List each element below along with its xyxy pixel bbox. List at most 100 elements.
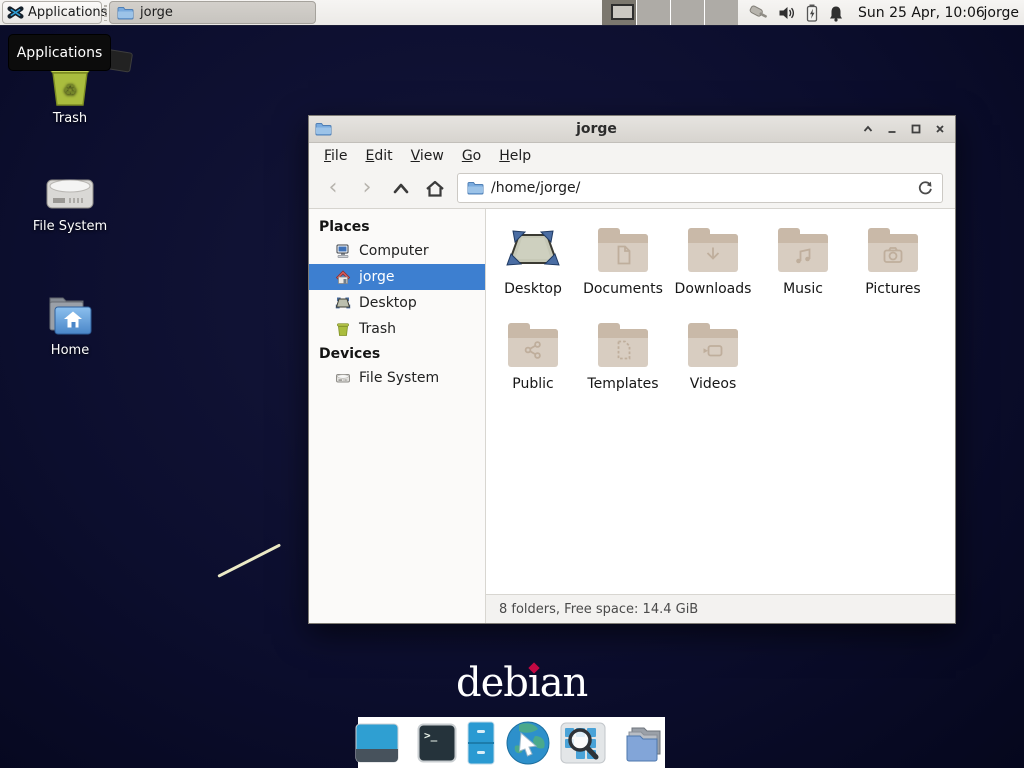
file-item-documents[interactable]: Documents <box>578 221 668 316</box>
forward-button[interactable]: › <box>355 177 379 199</box>
path-folder-icon <box>467 181 484 195</box>
places-header: Places <box>309 215 485 238</box>
home-folder-icon <box>43 292 97 338</box>
statusbar: 8 folders, Free space: 14.4 GiB <box>486 594 955 623</box>
panel-handle[interactable] <box>104 5 107 21</box>
workspace-3[interactable] <box>670 0 704 25</box>
wordmark-post: an <box>540 660 588 706</box>
web-browser-launcher[interactable] <box>505 720 551 766</box>
file-item-music[interactable]: Music <box>758 221 848 316</box>
application-finder-launcher[interactable] <box>560 722 606 764</box>
folder-icon-template <box>598 329 648 367</box>
debian-wordmark: debıan <box>456 660 587 706</box>
folder-icon-share <box>508 329 558 367</box>
sidebar-item-label: Computer <box>359 243 429 259</box>
desktop-icon-home[interactable]: Home <box>14 292 126 358</box>
desktop-special-icon <box>504 228 562 272</box>
up-button[interactable] <box>389 180 413 196</box>
workspace-switcher[interactable] <box>602 0 738 25</box>
menu-go[interactable]: Go <box>453 145 490 167</box>
file-item-downloads[interactable]: Downloads <box>668 221 758 316</box>
computer-icon <box>335 243 351 259</box>
file-label: Pictures <box>865 281 920 297</box>
folder-icon-download <box>688 234 738 272</box>
file-item-pictures[interactable]: Pictures <box>848 221 938 316</box>
workspace-4[interactable] <box>704 0 738 25</box>
folder-icon-document <box>598 234 648 272</box>
trash-icon: ♻ <box>46 66 94 106</box>
hard-drive-icon <box>42 172 98 214</box>
volume-icon[interactable] <box>778 5 796 21</box>
sidebar-item-computer[interactable]: Computer <box>309 238 485 264</box>
svg-text:♻: ♻ <box>63 80 77 99</box>
maximize-button[interactable] <box>909 123 922 136</box>
path-text[interactable]: /home/jorge/ <box>491 180 580 196</box>
workspace-1[interactable] <box>602 0 636 25</box>
file-label: Public <box>512 376 553 392</box>
panel-username[interactable]: jorge <box>984 0 1019 26</box>
menu-view[interactable]: View <box>402 145 453 167</box>
sidebar-item-label: Trash <box>359 321 396 337</box>
trash-icon <box>335 321 351 337</box>
desktop-icon-trash[interactable]: ♻ Trash <box>14 66 126 126</box>
menu-help[interactable]: Help <box>490 145 540 167</box>
notifications-bell-icon[interactable] <box>828 5 844 22</box>
menu-file[interactable]: File <box>315 145 356 167</box>
window-title: jorge <box>332 121 861 137</box>
desktop-icon-label: Home <box>51 343 89 358</box>
file-label: Videos <box>690 376 737 392</box>
location-bar[interactable]: /home/jorge/ <box>457 173 943 203</box>
show-desktop-button[interactable] <box>355 723 399 763</box>
back-button[interactable]: ‹ <box>321 177 345 199</box>
side-pane: Places Computer jorge Desktop Trash Devi… <box>309 209 486 623</box>
taskbar-window-button[interactable]: jorge <box>109 1 316 24</box>
panel-clock[interactable]: Sun 25 Apr, 10:06 <box>858 0 985 26</box>
file-label: Templates <box>587 376 658 392</box>
folder-icon-video <box>688 329 738 367</box>
applications-menu-label: Applications <box>28 5 107 20</box>
taskbar-window-label: jorge <box>140 5 173 20</box>
top-panel: Applications jorge Sun 25 Apr, 10:06 jor… <box>0 0 1024 26</box>
shade-button[interactable] <box>861 123 874 136</box>
file-label: Documents <box>583 281 663 297</box>
workspace-2[interactable] <box>636 0 670 25</box>
window-titlebar[interactable]: jorge <box>309 116 955 143</box>
status-text: 8 folders, Free space: 14.4 GiB <box>499 602 698 617</box>
file-manager-window: jorge File Edit View Go Help ‹ › /home/j… <box>308 115 956 624</box>
file-item-public[interactable]: Public <box>488 316 578 411</box>
desktop-icon-file-system[interactable]: File System <box>14 172 126 234</box>
file-item-videos[interactable]: Videos <box>668 316 758 411</box>
file-manager-launcher[interactable] <box>466 720 496 766</box>
file-view[interactable]: Desktop Documents Downloads <box>486 209 955 594</box>
file-item-desktop[interactable]: Desktop <box>488 221 578 316</box>
file-label: Desktop <box>504 281 562 297</box>
file-label: Music <box>783 281 823 297</box>
svg-text:>_: >_ <box>424 729 438 742</box>
terminal-launcher[interactable]: >_ <box>417 723 457 763</box>
sidebar-item-desktop[interactable]: Desktop <box>309 290 485 316</box>
devices-header: Devices <box>309 342 485 365</box>
directory-menu-button[interactable] <box>624 723 668 763</box>
folder-icon-camera <box>868 234 918 272</box>
drive-icon <box>335 370 351 386</box>
home-icon <box>335 269 351 285</box>
sidebar-item-jorge[interactable]: jorge <box>309 264 485 290</box>
close-button[interactable] <box>933 123 946 136</box>
reload-icon[interactable] <box>917 180 933 196</box>
applications-menu-button[interactable]: Applications <box>2 1 102 24</box>
battery-icon[interactable] <box>805 4 819 22</box>
toolbar: ‹ › /home/jorge/ <box>309 168 955 209</box>
sidebar-item-trash[interactable]: Trash <box>309 316 485 342</box>
minimize-button[interactable] <box>885 123 898 136</box>
desktop-icon-label: File System <box>33 219 107 234</box>
file-item-templates[interactable]: Templates <box>578 316 668 411</box>
folder-icon-music <box>778 234 828 272</box>
sidebar-item-label: Desktop <box>359 295 417 311</box>
input-tablet-icon[interactable] <box>748 4 769 22</box>
sidebar-item-label: jorge <box>359 269 394 285</box>
desktop-icon <box>335 295 351 311</box>
sidebar-item-file-system[interactable]: File System <box>309 365 485 391</box>
menu-edit[interactable]: Edit <box>356 145 401 167</box>
home-button[interactable] <box>423 179 447 198</box>
system-tray <box>748 0 844 26</box>
